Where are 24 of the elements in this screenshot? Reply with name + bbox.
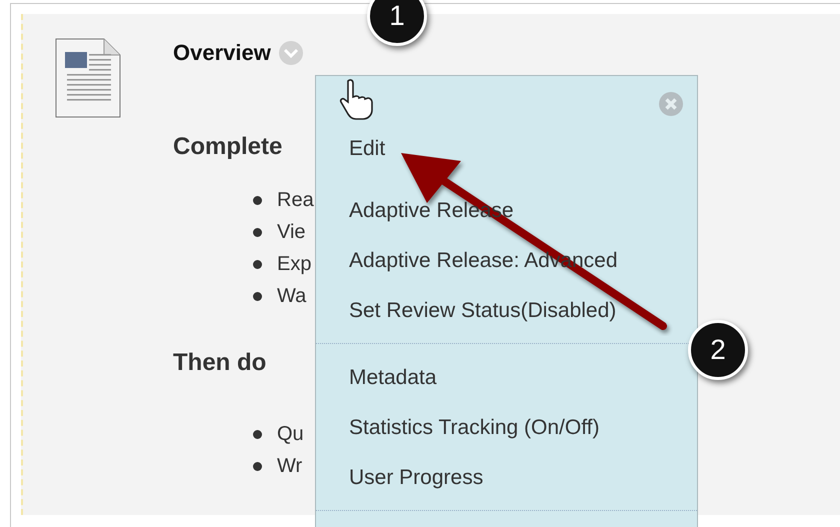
bullet-text: Vie bbox=[277, 220, 306, 244]
section-heading: Then do bbox=[173, 348, 268, 378]
bullet-text: Rea bbox=[277, 188, 314, 212]
bullet-icon bbox=[253, 292, 262, 300]
document-icon bbox=[55, 38, 121, 118]
menu-item[interactable]: User Progress bbox=[349, 453, 484, 503]
menu-item[interactable]: Metadata bbox=[349, 353, 437, 403]
bullet-icon bbox=[253, 196, 262, 204]
close-icon[interactable] bbox=[659, 92, 683, 116]
menu-item[interactable]: Statistics Tracking (On/Off) bbox=[349, 403, 600, 453]
chevron-down-icon[interactable] bbox=[278, 41, 303, 65]
hand-cursor-icon bbox=[338, 78, 376, 120]
item-title[interactable]: Overview bbox=[173, 40, 271, 66]
bullet-icon bbox=[253, 228, 262, 236]
bullet-text: Qu bbox=[277, 422, 304, 446]
bullet-text: Wr bbox=[277, 454, 302, 478]
menu-item[interactable]: Set Review Status(Disabled) bbox=[349, 286, 616, 336]
section-heading: Complete bbox=[173, 132, 284, 162]
menu-item[interactable]: Edit bbox=[349, 124, 386, 174]
bullet-text: Wa bbox=[277, 284, 306, 308]
bullet-text: Exp bbox=[277, 252, 312, 276]
bullet-icon bbox=[253, 260, 262, 268]
bullet-icon bbox=[253, 462, 262, 470]
bullet-icon bbox=[253, 430, 262, 438]
